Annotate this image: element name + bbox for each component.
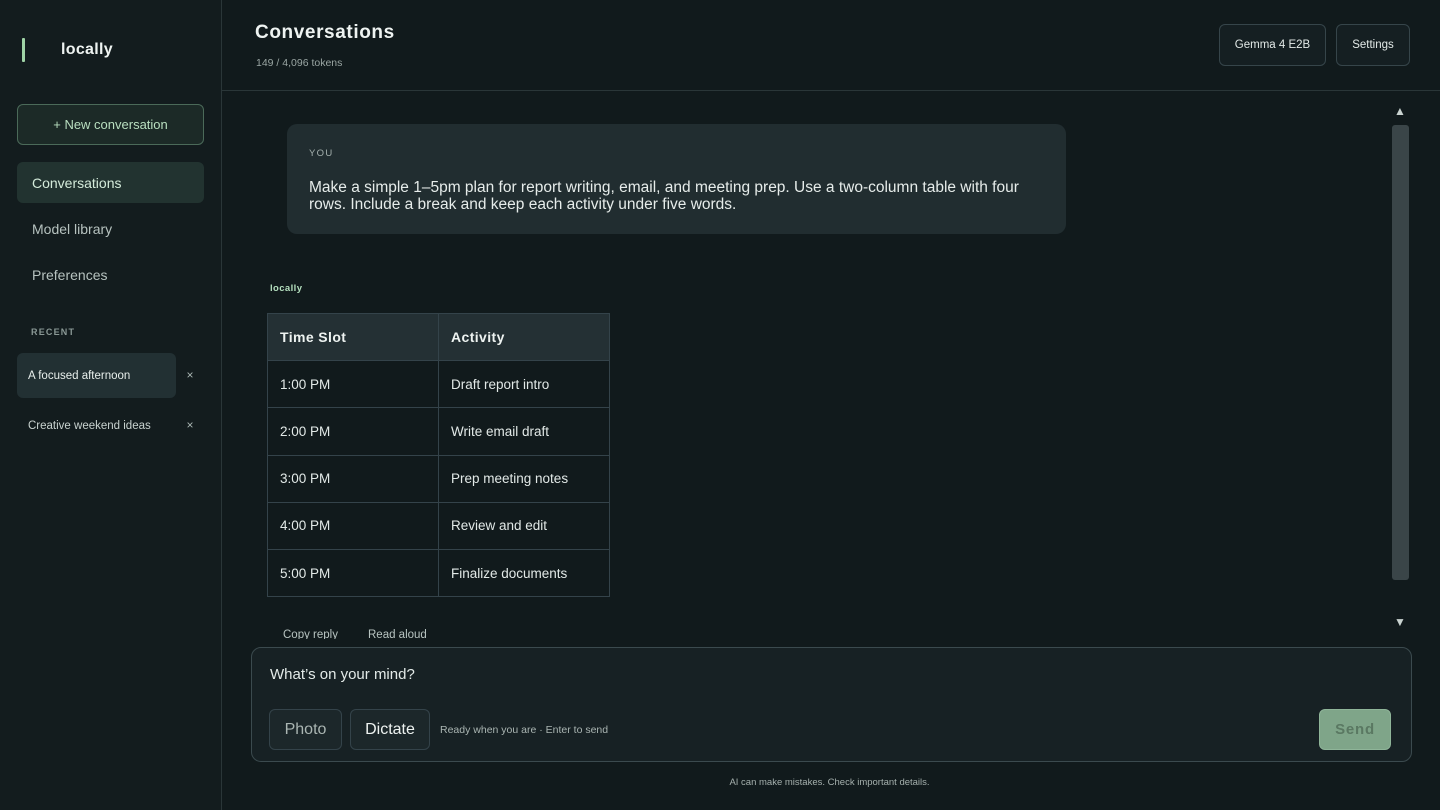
- header: Conversations 149 / 4,096 tokens Gemma 4…: [222, 0, 1440, 91]
- message-area: YOU Make a simple 1–5pm plan for report …: [222, 91, 1440, 639]
- recent-item-creative-weekend[interactable]: Creative weekend ideas: [17, 403, 176, 448]
- copy-reply-button[interactable]: Copy reply: [283, 629, 338, 639]
- page-title: Conversations: [255, 22, 395, 43]
- nav-item-preferences[interactable]: Preferences: [17, 254, 204, 295]
- time-slot-cell: 2:00 PM: [267, 407, 439, 456]
- brand-name: locally: [61, 41, 113, 58]
- composer-hint: Ready when you are · Enter to send: [440, 724, 609, 736]
- activity-cell: Finalize documents: [438, 548, 610, 598]
- time-slot-cell: 1:00 PM: [267, 360, 439, 409]
- photo-button[interactable]: Photo: [269, 709, 342, 750]
- brand: locally: [22, 38, 113, 62]
- brand-accent-bar: [22, 38, 25, 62]
- nav-item-model-library[interactable]: Model library: [17, 208, 204, 249]
- scroll-down-arrow-icon[interactable]: ▼: [1392, 615, 1408, 629]
- activity-cell: Draft report intro: [438, 360, 610, 409]
- read-aloud-button[interactable]: Read aloud: [368, 629, 427, 639]
- sidebar: locally + New conversation Conversations…: [0, 0, 222, 810]
- message-input[interactable]: [270, 662, 1270, 686]
- table-row: 2:00 PM Write email draft: [267, 407, 610, 456]
- activity-cell: Write email draft: [438, 407, 610, 456]
- dictate-button[interactable]: Dictate: [350, 709, 430, 750]
- table-header-row: Time Slot Activity: [267, 312, 610, 362]
- time-slot-cell: 3:00 PM: [267, 454, 439, 503]
- time-slot-cell: 5:00 PM: [267, 548, 439, 598]
- recent-item-focused-afternoon[interactable]: A focused afternoon: [17, 353, 176, 398]
- close-icon[interactable]: ×: [184, 368, 196, 382]
- activity-cell: Review and edit: [438, 501, 610, 550]
- nav-item-conversations[interactable]: Conversations: [17, 162, 204, 203]
- table-row: 1:00 PM Draft report intro: [267, 360, 610, 409]
- recent-section-label: RECENT: [31, 327, 76, 337]
- user-label: YOU: [309, 148, 334, 159]
- time-slot-cell: 4:00 PM: [267, 501, 439, 550]
- schedule-table: Time Slot Activity 1:00 PM Draft report …: [267, 312, 610, 598]
- settings-button[interactable]: Settings: [1336, 24, 1410, 66]
- close-icon[interactable]: ×: [184, 418, 196, 432]
- model-selector-button[interactable]: Gemma 4 E2B: [1219, 24, 1326, 66]
- table-row: 3:00 PM Prep meeting notes: [267, 454, 610, 503]
- disclaimer: AI can make mistakes. Check important de…: [729, 777, 930, 788]
- token-count: 149 / 4,096 tokens: [256, 57, 343, 69]
- column-header: Time Slot: [267, 312, 439, 362]
- new-conversation-button[interactable]: + New conversation: [17, 104, 204, 145]
- user-message-text: Make a simple 1–5pm plan for report writ…: [309, 179, 1019, 213]
- composer: Photo Dictate Ready when you are · Enter…: [251, 647, 1412, 762]
- table-row: 4:00 PM Review and edit: [267, 501, 610, 550]
- scroll-up-arrow-icon[interactable]: ▲: [1392, 104, 1408, 118]
- column-header: Activity: [438, 312, 610, 362]
- table-row: 5:00 PM Finalize documents: [267, 548, 610, 598]
- send-button[interactable]: Send: [1319, 709, 1391, 750]
- scrollbar[interactable]: [1392, 125, 1409, 580]
- assistant-label: locally: [270, 283, 303, 294]
- activity-cell: Prep meeting notes: [438, 454, 610, 503]
- user-message: YOU Make a simple 1–5pm plan for report …: [287, 124, 1066, 234]
